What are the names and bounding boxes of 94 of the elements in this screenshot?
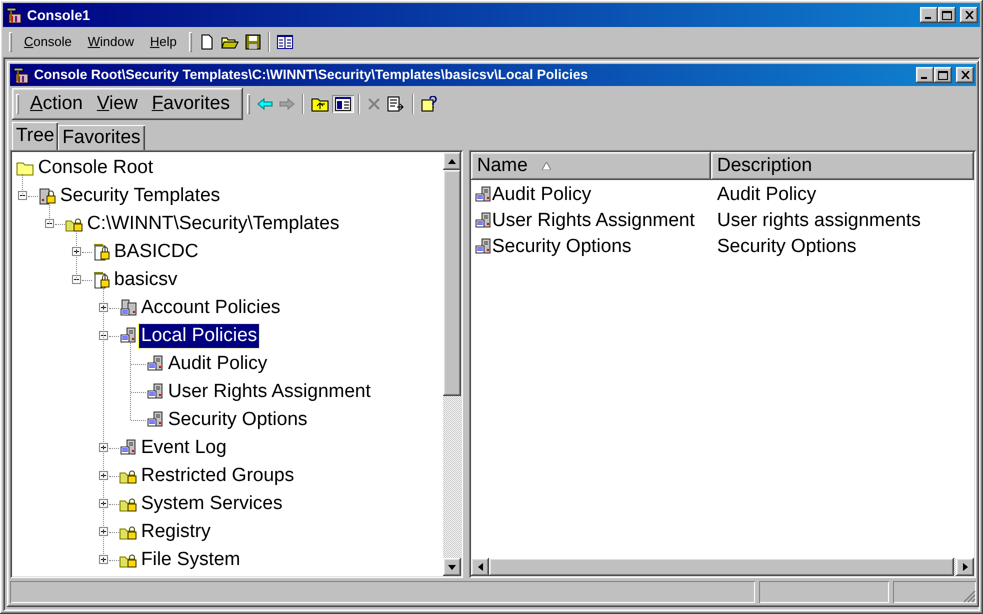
collapse-box[interactable] <box>18 191 27 200</box>
scrollbar-thumb[interactable] <box>489 558 954 576</box>
left-arrow-icon <box>478 563 482 571</box>
tree-toggle-icon[interactable] <box>334 97 351 111</box>
computer-policy-icon <box>119 439 137 457</box>
hammer-app-icon <box>12 66 30 84</box>
tree-item[interactable]: basicsv <box>112 268 180 292</box>
panel-layout-icon[interactable] <box>276 35 293 49</box>
resize-grip-icon[interactable] <box>962 589 976 603</box>
tree-item[interactable]: Local Policies <box>139 324 260 348</box>
computer-policy-icon <box>146 411 164 429</box>
up-arrow-icon <box>448 158 456 164</box>
expand-box[interactable] <box>99 555 108 564</box>
maximize-button[interactable] <box>938 7 956 23</box>
menu-item[interactable]: Favorites <box>144 88 237 120</box>
maximize-icon <box>942 10 952 20</box>
server-lock-icon <box>38 187 56 205</box>
down-arrow-icon <box>448 564 456 570</box>
expand-box[interactable] <box>99 443 108 452</box>
tree-item[interactable]: Event Log <box>139 436 229 460</box>
locked-folder-icon <box>119 496 137 512</box>
tab[interactable]: Favorites <box>58 125 145 150</box>
right-arrow-icon <box>962 563 968 571</box>
locked-folder-icon <box>65 216 83 232</box>
tree-item[interactable]: User Rights Assignment <box>166 380 373 404</box>
locked-folder-icon <box>119 524 137 540</box>
hammer-app-icon <box>5 6 23 24</box>
scrollbar-thumb[interactable] <box>443 170 461 396</box>
table-cell-text: User rights assignments <box>716 208 921 233</box>
menu-item[interactable]: Console <box>16 30 80 54</box>
expand-box[interactable] <box>99 499 108 508</box>
maximize-icon <box>938 70 948 80</box>
scroll-down-button[interactable] <box>443 558 461 576</box>
expand-box[interactable] <box>99 303 108 312</box>
tree-item[interactable]: Account Policies <box>139 296 282 320</box>
help-icon[interactable] <box>420 96 437 112</box>
computer-policy-icon <box>474 212 492 230</box>
window-title: Console Root\Security Templates\C:\WINNT\Security\Templates\basicsv\Local Policies <box>34 66 588 84</box>
tree-item[interactable]: Security Options <box>166 408 310 432</box>
tab[interactable]: Tree <box>12 122 58 150</box>
document-lock-icon <box>92 271 110 289</box>
menu-item[interactable]: Action <box>23 88 90 120</box>
list-item[interactable]: Audit Policy <box>492 180 592 210</box>
maximize-button[interactable] <box>934 67 952 83</box>
minimize-button[interactable] <box>916 67 934 83</box>
minimize-button[interactable] <box>920 7 938 23</box>
column-header[interactable]: Description <box>711 152 974 180</box>
tree-item[interactable]: BASICDC <box>112 240 200 264</box>
document-lock-icon <box>92 243 110 261</box>
sort-arrow-icon <box>542 162 551 170</box>
computer-policy-icon <box>474 186 492 204</box>
computer-policy-icon <box>119 327 137 345</box>
close-icon <box>960 71 970 79</box>
table-cell-text: Security Options <box>716 234 856 259</box>
tree-item[interactable]: System Services <box>139 492 284 516</box>
computer-policy-icon <box>146 383 164 401</box>
tree-item[interactable]: Audit Policy <box>166 352 270 376</box>
close-button[interactable] <box>960 7 978 23</box>
scroll-left-button[interactable] <box>471 558 489 576</box>
folder-up-icon[interactable] <box>310 96 329 112</box>
computer-policy-icon <box>474 238 492 256</box>
collapse-box[interactable] <box>45 219 54 228</box>
menu-item[interactable]: Help <box>142 30 185 54</box>
expand-box[interactable] <box>99 527 108 536</box>
tree-item[interactable]: Security Templates <box>58 184 222 208</box>
tree-item[interactable]: Console Root <box>36 156 156 180</box>
menu-item[interactable]: View <box>90 88 145 120</box>
new-document-icon[interactable] <box>198 34 215 50</box>
tree-item[interactable]: Restricted Groups <box>139 464 296 488</box>
tree-item[interactable]: C:\WINNT\Security\Templates <box>85 212 342 236</box>
back-arrow-icon[interactable] <box>256 98 273 110</box>
list-item[interactable]: Security Options <box>492 232 632 262</box>
close-icon <box>964 11 974 19</box>
scroll-up-button[interactable] <box>443 152 461 170</box>
folder-icon <box>16 160 34 176</box>
locked-folder-icon <box>119 552 137 568</box>
tree-item[interactable]: File System <box>139 548 242 572</box>
locked-folder-icon <box>119 468 137 484</box>
close-button[interactable] <box>956 67 974 83</box>
scroll-right-button[interactable] <box>956 558 974 576</box>
collapse-box[interactable] <box>72 275 81 284</box>
column-header[interactable]: Name <box>471 152 711 180</box>
tree-item[interactable]: Registry <box>139 520 213 544</box>
expand-box[interactable] <box>72 247 81 256</box>
list-item[interactable]: User Rights Assignment <box>492 206 695 236</box>
export-list-icon[interactable] <box>386 96 405 112</box>
computers-policy-icon <box>119 299 137 317</box>
save-icon[interactable] <box>244 34 261 50</box>
menu-item[interactable]: Window <box>80 30 142 54</box>
computer-policy-icon <box>146 355 164 373</box>
table-cell-text: Audit Policy <box>716 182 816 207</box>
window-title: Console1 <box>27 6 90 24</box>
expand-box[interactable] <box>99 471 108 480</box>
collapse-box[interactable] <box>99 331 108 340</box>
